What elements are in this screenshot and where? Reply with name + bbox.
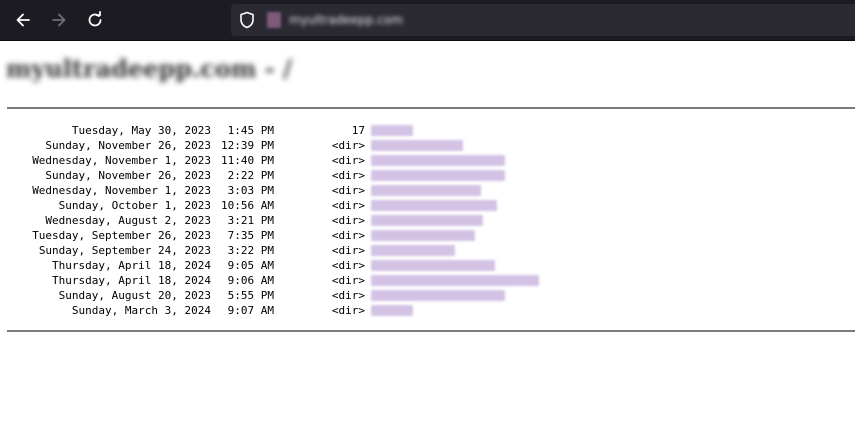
- entry-date: Wednesday, November 1, 2023: [32, 154, 211, 167]
- reload-button[interactable]: [77, 2, 113, 38]
- entry-size: <dir>: [331, 244, 365, 257]
- entry-date: Tuesday, May 30, 2023: [71, 124, 211, 137]
- entry-size: <dir>: [331, 169, 365, 182]
- entry-date: Thursday, April 18, 2024: [52, 274, 211, 287]
- arrow-left-icon: [16, 13, 30, 27]
- entry-time: 11:40 PM: [221, 154, 274, 167]
- entry-link[interactable]: build-artifacts-old: [371, 185, 481, 196]
- listing-row: Sunday, November 26, 2023 12:39 PM <dir> sl…: [0, 138, 855, 153]
- entry-time: 2:22 PM: [227, 169, 274, 182]
- listing-row: Sunday, November 26, 2023 2:22 PM <dir> dee…: [0, 168, 855, 183]
- listing-row: Wednesday, August 2, 2023 3:21 PM <dir> exp…: [0, 213, 855, 228]
- entry-date: Wednesday, August 2, 2023: [45, 214, 211, 227]
- entry-link[interactable]: dataset-index: [371, 245, 455, 256]
- browser-toolbar: myultradeepp.com: [0, 0, 855, 41]
- entry-time: 12:39 PM: [221, 139, 274, 152]
- page-title: myultradeepp.com - /: [6, 54, 292, 83]
- entry-time: 9:05 AM: [227, 259, 274, 272]
- entry-size: <dir>: [331, 154, 365, 167]
- listing-row: Wednesday, November 1, 2023 3:03 PM <dir> b…: [0, 183, 855, 198]
- entry-time: 3:22 PM: [227, 244, 274, 257]
- entry-time: 9:07 AM: [227, 304, 274, 317]
- entry-time: 7:35 PM: [227, 229, 274, 242]
- entry-date: Sunday, October 1, 2023: [58, 199, 211, 212]
- entry-link[interactable]: research-drafts-q1-final-v2: [371, 275, 539, 286]
- entry-link[interactable]: experiment-configs: [371, 215, 483, 226]
- entry-time: 1:45 PM: [227, 124, 274, 137]
- entry-date: Thursday, April 18, 2024: [52, 259, 211, 272]
- entry-size: <dir>: [331, 259, 365, 272]
- back-button[interactable]: [5, 2, 41, 38]
- entry-link[interactable]: architecture-handbook-2023: [371, 155, 505, 166]
- directory-listing: Tuesday, May 30, 2023 1:45 PM 17 LICENSE Sun…: [0, 123, 855, 318]
- entry-time: 9:06 AM: [227, 274, 274, 287]
- entry-link[interactable]: research-drafts-q1: [371, 260, 495, 271]
- shield-icon[interactable]: [237, 10, 257, 30]
- listing-row: Thursday, April 18, 2024 9:05 AM <dir> rese…: [0, 258, 855, 273]
- entry-size: <dir>: [331, 304, 365, 317]
- listing-row: Tuesday, May 30, 2023 1:45 PM 17 LICENSE: [0, 123, 855, 138]
- listing-row: Sunday, September 24, 2023 3:22 PM <dir> da…: [0, 243, 855, 258]
- entry-size: 17: [351, 124, 365, 137]
- reload-icon: [88, 11, 102, 27]
- top-divider: [7, 107, 855, 109]
- entry-time: 3:03 PM: [227, 184, 274, 197]
- entry-date: Sunday, November 26, 2023: [45, 169, 211, 182]
- entry-date: Sunday, November 26, 2023: [45, 139, 211, 152]
- listing-row: Thursday, April 18, 2024 9:06 AM <dir> rese…: [0, 273, 855, 288]
- entry-link[interactable]: sliced-workspace: [371, 140, 463, 151]
- entry-link[interactable]: vendor: [371, 305, 413, 316]
- listing-row: Sunday, October 1, 2023 10:56 AM <dir> scre…: [0, 198, 855, 213]
- site-favicon: [267, 12, 281, 28]
- listing-row: Sunday, August 20, 2023 5:55 PM <dir> share…: [0, 288, 855, 303]
- entry-size: <dir>: [331, 199, 365, 212]
- entry-size: <dir>: [331, 229, 365, 242]
- bottom-divider: [7, 330, 855, 332]
- entry-size: <dir>: [331, 139, 365, 152]
- entry-date: Sunday, September 24, 2023: [38, 244, 211, 257]
- entry-time: 3:21 PM: [227, 214, 274, 227]
- url-text[interactable]: myultradeepp.com: [289, 13, 403, 27]
- listing-row: Wednesday, November 1, 2023 11:40 PM <dir>…: [0, 153, 855, 168]
- entry-size: <dir>: [331, 274, 365, 287]
- entry-link[interactable]: shared-project-files: [371, 290, 505, 301]
- arrow-right-icon: [52, 13, 66, 27]
- entry-size: <dir>: [331, 184, 365, 197]
- entry-size: <dir>: [331, 214, 365, 227]
- listing-row: Tuesday, September 26, 2023 7:35 PM <dir> m…: [0, 228, 855, 243]
- entry-date: Tuesday, September 26, 2023: [32, 229, 211, 242]
- listing-row: Sunday, March 3, 2024 9:07 AM <dir> vendor: [0, 303, 855, 318]
- entry-date: Sunday, March 3, 2024: [71, 304, 211, 317]
- entry-size: <dir>: [331, 289, 365, 302]
- forward-button[interactable]: [41, 2, 77, 38]
- entry-link[interactable]: LICENSE: [371, 125, 413, 136]
- entry-link[interactable]: deep-learning-notes-backup: [371, 170, 505, 181]
- url-bar[interactable]: myultradeepp.com: [231, 4, 855, 36]
- entry-date: Sunday, August 20, 2023: [58, 289, 211, 302]
- entry-date: Wednesday, November 1, 2023: [32, 184, 211, 197]
- entry-time: 10:56 AM: [221, 199, 274, 212]
- entry-link[interactable]: screenshots-and-exports: [371, 200, 497, 211]
- entry-time: 5:55 PM: [227, 289, 274, 302]
- entry-link[interactable]: model-checkpoints: [371, 230, 475, 241]
